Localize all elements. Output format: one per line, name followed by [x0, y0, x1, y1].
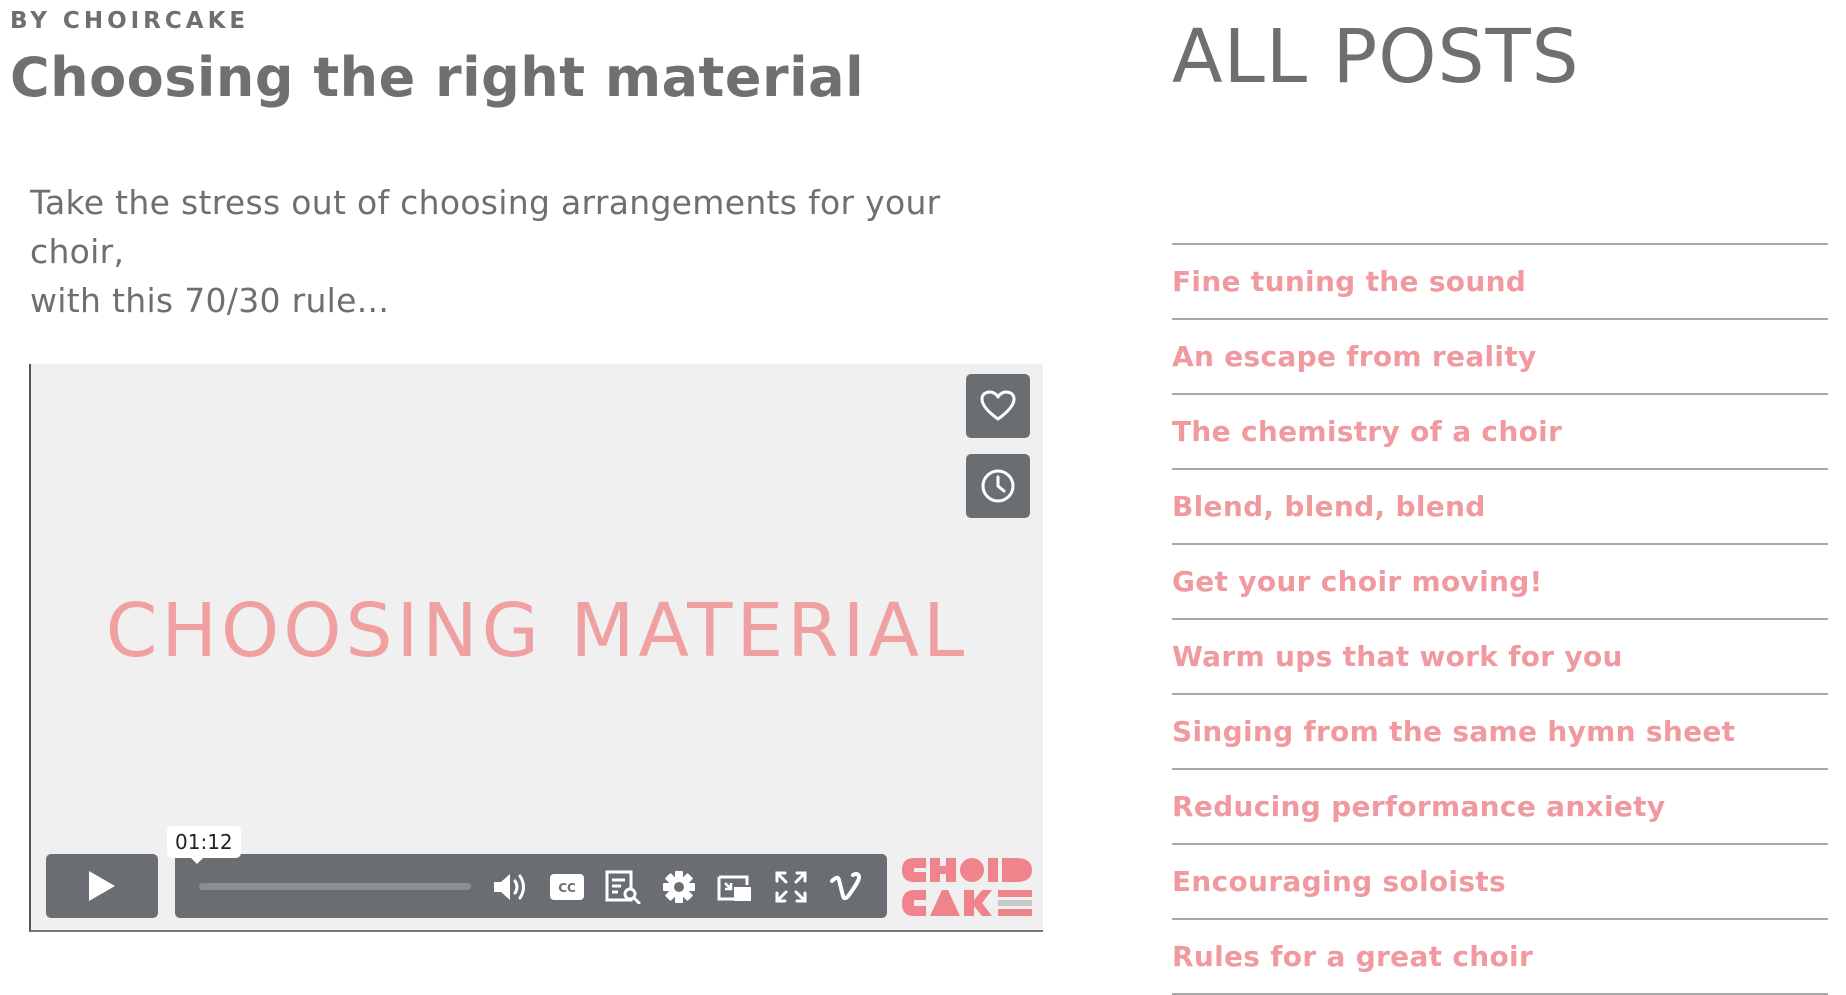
cc-icon: CC [550, 874, 584, 900]
post-link[interactable]: Blend, blend, blend [1172, 490, 1486, 523]
list-item: Singing from the same hymn sheet [1172, 695, 1828, 770]
pip-button[interactable] [715, 867, 755, 907]
list-item: Rules for a great choir [1172, 920, 1828, 995]
volume-icon [494, 874, 525, 900]
post-link[interactable]: Encouraging soloists [1172, 865, 1506, 898]
list-item: Get your choir moving! [1172, 545, 1828, 620]
choircake-logo[interactable] [900, 856, 1036, 918]
captions-button[interactable]: CC [547, 867, 587, 907]
vimeo-icon [830, 872, 861, 901]
progress-bar[interactable] [199, 883, 471, 890]
post-link[interactable]: Singing from the same hymn sheet [1172, 715, 1735, 748]
post-intro: Take the stress out of choosing arrangem… [30, 178, 1030, 325]
post-title: Choosing the right material [10, 46, 865, 109]
post-link[interactable]: Warm ups that work for you [1172, 640, 1623, 673]
volume-button[interactable] [491, 867, 531, 907]
timestamp-tooltip: 01:12 [167, 826, 241, 864]
intro-line: with this 70/30 rule... [30, 281, 390, 320]
fullscreen-button[interactable] [771, 867, 811, 907]
svg-text:CC: CC [558, 881, 576, 895]
list-item: Blend, blend, blend [1172, 470, 1828, 545]
list-item: An escape from reality [1172, 320, 1828, 395]
list-item: Fine tuning the sound [1172, 245, 1828, 320]
like-button[interactable] [966, 374, 1030, 438]
posts-list: Fine tuning the sound An escape from rea… [1172, 243, 1828, 995]
post-link[interactable]: The chemistry of a choir [1172, 415, 1562, 448]
play-button[interactable] [46, 854, 158, 918]
play-icon [89, 871, 115, 901]
video-title-card: CHOOSING MATERIAL [105, 588, 969, 674]
intro-line: Take the stress out of choosing arrangem… [30, 183, 941, 271]
list-item: Warm ups that work for you [1172, 620, 1828, 695]
heart-icon [980, 390, 1016, 421]
post-byline: BY CHOIRCAKE [10, 8, 250, 34]
fullscreen-icon [775, 871, 807, 903]
gear-icon [663, 871, 695, 903]
post-link[interactable]: An escape from reality [1172, 340, 1537, 373]
transcript-button[interactable] [603, 867, 643, 907]
settings-button[interactable] [659, 867, 699, 907]
vimeo-button[interactable] [827, 867, 867, 907]
list-item: The chemistry of a choir [1172, 395, 1828, 470]
list-item: Reducing performance anxiety [1172, 770, 1828, 845]
pip-icon [717, 875, 751, 901]
post-link[interactable]: Get your choir moving! [1172, 565, 1543, 598]
post-link[interactable]: Fine tuning the sound [1172, 265, 1526, 298]
video-player[interactable]: CHOOSING MATERIAL CC 01:12 [29, 364, 1043, 932]
post-link[interactable]: Rules for a great choir [1172, 940, 1533, 973]
list-item: Encouraging soloists [1172, 845, 1828, 920]
watch-later-button[interactable] [966, 454, 1030, 518]
control-bar: CC [175, 854, 887, 918]
clock-icon [981, 469, 1015, 503]
transcript-icon [605, 870, 641, 904]
all-posts-heading: ALL POSTS [1172, 14, 1580, 100]
post-link[interactable]: Reducing performance anxiety [1172, 790, 1665, 823]
